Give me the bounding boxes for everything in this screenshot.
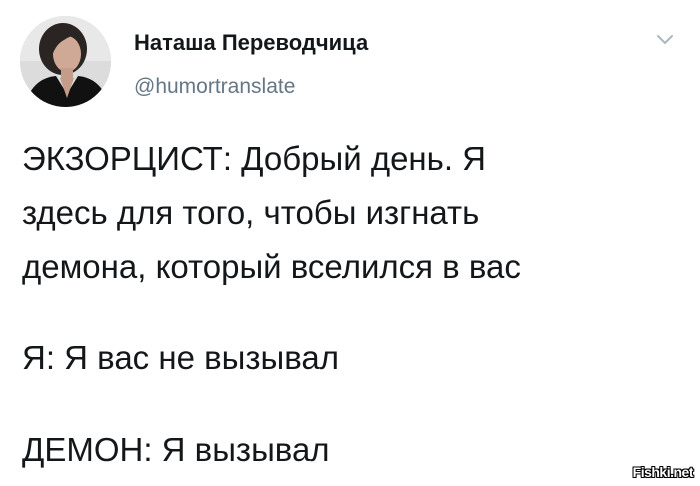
tweet-card: Наташа Переводчица @humortranslate ЭКЗОР… — [0, 0, 700, 486]
tweet-body: ЭКЗОРЦИСТ: Добрый день. Я здесь для того… — [22, 132, 682, 477]
tweet-menu-button[interactable] — [655, 33, 675, 47]
author-avatar[interactable] — [20, 16, 111, 107]
chevron-down-icon — [657, 35, 673, 44]
tweet-text-line: демона, который вселился в вас — [22, 248, 521, 285]
tweet-text-line: ЭКЗОРЦИСТ: Добрый день. Я — [22, 140, 487, 177]
tweet-text-line: ДЕМОН: Я вызывал — [22, 431, 330, 468]
tweet-text-line: Я: Я вас не вызывал — [22, 339, 339, 376]
tweet-text-line: здесь для того, чтобы изгнать — [22, 194, 480, 231]
site-watermark: Fishki.net — [632, 464, 694, 480]
author-handle[interactable]: @humortranslate — [134, 75, 295, 99]
author-display-name[interactable]: Наташа Переводчица — [134, 30, 368, 56]
user-avatar-photo-icon — [20, 16, 111, 107]
